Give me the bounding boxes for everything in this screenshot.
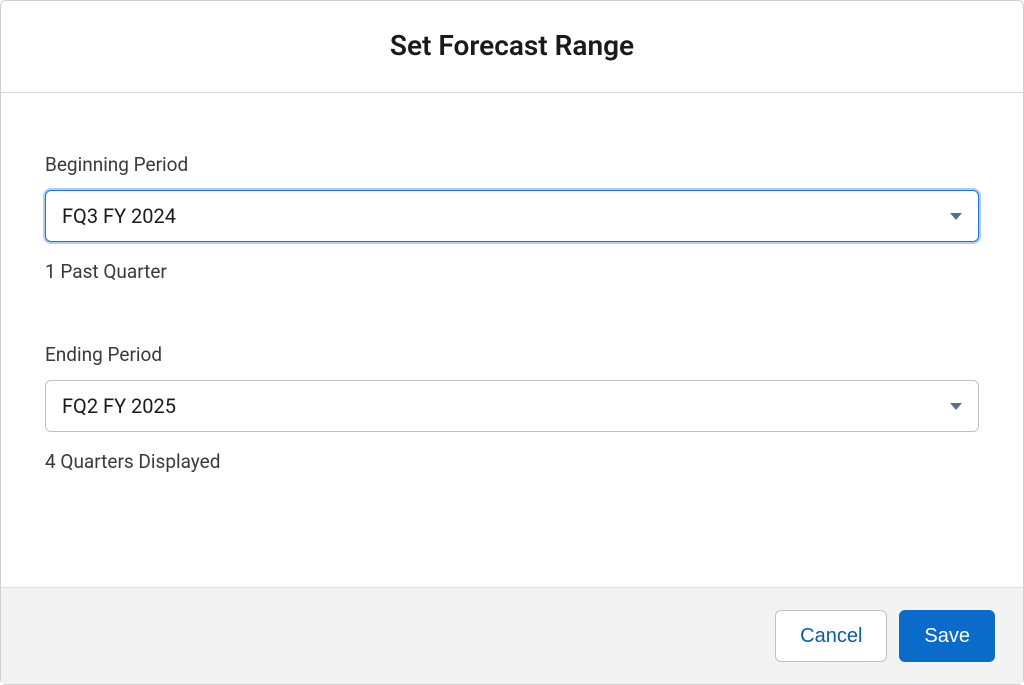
modal-header: Set Forecast Range bbox=[1, 1, 1023, 93]
beginning-period-select[interactable]: FQ3 FY 2024 bbox=[45, 190, 979, 242]
beginning-period-group: Beginning Period FQ3 FY 2024 1 Past Quar… bbox=[45, 153, 979, 283]
ending-period-select-wrapper: FQ2 FY 2025 bbox=[45, 380, 979, 432]
forecast-range-modal: Set Forecast Range Beginning Period FQ3 … bbox=[0, 0, 1024, 685]
cancel-button[interactable]: Cancel bbox=[775, 610, 887, 662]
beginning-period-select-wrapper: FQ3 FY 2024 bbox=[45, 190, 979, 242]
beginning-period-label: Beginning Period bbox=[45, 153, 979, 176]
ending-period-group: Ending Period FQ2 FY 2025 4 Quarters Dis… bbox=[45, 343, 979, 473]
ending-period-hint: 4 Quarters Displayed bbox=[45, 450, 979, 473]
chevron-down-icon bbox=[950, 213, 962, 220]
ending-period-label: Ending Period bbox=[45, 343, 979, 366]
modal-title: Set Forecast Range bbox=[21, 29, 1003, 62]
modal-body: Beginning Period FQ3 FY 2024 1 Past Quar… bbox=[1, 93, 1023, 587]
modal-footer: Cancel Save bbox=[1, 587, 1023, 684]
beginning-period-value: FQ3 FY 2024 bbox=[62, 204, 176, 228]
chevron-down-icon bbox=[950, 403, 962, 410]
ending-period-value: FQ2 FY 2025 bbox=[62, 394, 176, 418]
save-button[interactable]: Save bbox=[899, 610, 995, 662]
ending-period-select[interactable]: FQ2 FY 2025 bbox=[45, 380, 979, 432]
beginning-period-hint: 1 Past Quarter bbox=[45, 260, 979, 283]
